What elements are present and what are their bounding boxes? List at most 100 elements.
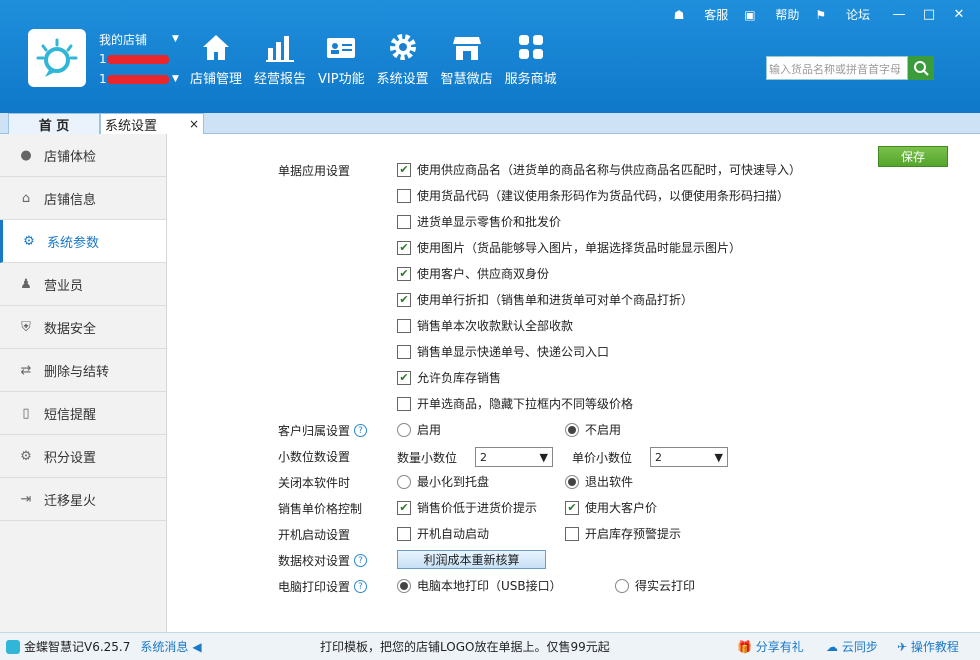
sidebar-label: 店铺信息	[44, 192, 97, 208]
sidebar-item-checkup[interactable]: ● 店铺体检	[0, 134, 166, 177]
help-link[interactable]: ▣ 帮助	[744, 6, 799, 23]
nav-label: 店铺管理	[190, 72, 243, 87]
customer-label-text: 客户归属设置	[278, 424, 351, 438]
close-icon[interactable]: ✕	[944, 3, 974, 25]
check-label-text: 数据校对设置	[278, 554, 351, 568]
nav-label: 智慧微店	[440, 72, 493, 87]
sidebar-item-shop-info[interactable]: ⌂ 店铺信息	[0, 177, 166, 220]
nav-settings[interactable]: 系统设置	[377, 30, 429, 87]
search-button[interactable]	[908, 56, 934, 80]
close-icon[interactable]: ×	[189, 117, 199, 131]
checkbox-label: 使用大客户价	[585, 501, 658, 515]
app-logo	[28, 29, 86, 87]
promo-notice[interactable]: 打印模板，把您的店铺LOGO放在单据上。仅售99元起	[320, 638, 610, 655]
sidebar-item-points[interactable]: ⚙ 积分设置	[0, 435, 166, 478]
tab-label: 系统设置	[105, 118, 158, 134]
checkbox	[397, 396, 411, 411]
checkbox-label: 销售单显示快递单号、快递公司入口	[417, 345, 610, 359]
service-link[interactable]: ☗ 客服	[674, 6, 729, 23]
recalc-button[interactable]: 利润成本重新核算	[397, 550, 546, 569]
forum-link[interactable]: ⚑ 论坛	[815, 6, 870, 23]
gift-icon: 🎁	[737, 640, 752, 654]
checkbox-label: 进货单显示零售价和批发价	[417, 215, 562, 229]
auto-start-checkbox[interactable]: 开机自动启动	[397, 525, 489, 542]
doc-option-checkbox[interactable]: ✔ 使用客户、供应商双身份	[397, 265, 549, 282]
nav-report[interactable]: 经营报告	[254, 30, 306, 87]
radio-label: 退出软件	[585, 475, 634, 489]
doc-option-checkbox[interactable]: ✔ 使用图片（货品能够导入图片，单据选择货品时能显示图片）	[397, 239, 741, 256]
tab-settings[interactable]: 系统设置 ×	[100, 113, 204, 134]
doc-option-checkbox[interactable]: 使用货品代码（建议使用条形码作为货品代码，以便使用条形码扫描）	[397, 187, 789, 204]
sidebar-item-sms[interactable]: ▯ 短信提醒	[0, 392, 166, 435]
print-label-text: 电脑打印设置	[278, 580, 351, 594]
search-input[interactable]: 输入货品名称或拼音首字母	[766, 56, 908, 80]
big-customer-checkbox[interactable]: ✔ 使用大客户价	[565, 499, 657, 516]
tab-home[interactable]: 首 页	[8, 113, 100, 134]
radio-label: 电脑本地打印（USB接口）	[417, 579, 562, 593]
nav-label: 经营报告	[254, 72, 307, 87]
bar-chart-icon	[266, 36, 295, 62]
nav-shop-manage[interactable]: 店铺管理	[190, 30, 242, 87]
chevron-down-icon: ▼	[714, 450, 724, 464]
customer-disable-radio[interactable]: 不启用	[565, 421, 621, 438]
chevron-down-icon[interactable]: ▼	[172, 34, 179, 44]
nav-vip[interactable]: VIP功能	[318, 30, 365, 87]
print-local-radio[interactable]: 电脑本地打印（USB接口）	[397, 577, 562, 594]
price-low-checkbox[interactable]: ✔ 销售价低于进货价提示	[397, 499, 537, 516]
chevron-down-icon: ▼	[539, 450, 549, 464]
redacted-mark	[106, 74, 169, 84]
sidebar-item-security[interactable]: ⛨ 数据安全	[0, 306, 166, 349]
price-decimal-select[interactable]: 2 ▼	[650, 447, 729, 467]
help-icon[interactable]: ?	[354, 424, 368, 437]
doc-settings-title: 单据应用设置	[278, 164, 351, 178]
save-button[interactable]: 保存	[878, 146, 948, 167]
shop-switcher[interactable]: 我的店铺 ▼ 1 1 ▼	[99, 29, 179, 89]
doc-option-checkbox[interactable]: 销售单本次收款默认全部收款	[397, 317, 573, 334]
qty-decimal-select[interactable]: 2 ▼	[475, 447, 554, 467]
doc-option-checkbox[interactable]: 销售单显示快递单号、快递公司入口	[397, 343, 609, 360]
sidebar: ● 店铺体检 ⌂ 店铺信息 ⚙ 系统参数 ♟ 营业员 ⛨ 数据安全 ⇄ 删除与结转 ▯ 短信提…	[0, 134, 167, 632]
checkbox	[565, 526, 579, 541]
checkbox	[397, 318, 411, 333]
close-tray-radio[interactable]: 最小化到托盘	[397, 473, 489, 490]
stock-alert-checkbox[interactable]: 开启库存预警提示	[565, 525, 681, 542]
sync-link[interactable]: ☁ 云同步	[826, 638, 878, 655]
sidebar-item-migrate[interactable]: ⇥ 迁移星火	[0, 478, 166, 521]
help-icon[interactable]: ?	[354, 554, 368, 567]
customer-enable-radio[interactable]: 启用	[397, 421, 441, 438]
share-link[interactable]: 🎁 分享有礼	[737, 638, 804, 655]
doc-option-checkbox[interactable]: 开单选商品，隐藏下拉框内不同等级价格	[397, 395, 633, 412]
checkbox: ✔	[397, 240, 411, 255]
sidebar-item-delete[interactable]: ⇄ 删除与结转	[0, 349, 166, 392]
checkbox: ✔	[397, 292, 411, 307]
close-exit-radio[interactable]: 退出软件	[565, 473, 633, 490]
doc-option-checkbox[interactable]: ✔ 使用单行折扣（销售单和进货单可对单个商品打折）	[397, 291, 693, 308]
sidebar-item-params[interactable]: ⚙ 系统参数	[0, 220, 166, 263]
top-links: ☗ 客服 ▣ 帮助 ⚑ 论坛	[658, 6, 870, 23]
chevron-down-icon[interactable]: ▼	[172, 74, 179, 84]
doc-option-checkbox[interactable]: ✔ 使用供应商品名（进货单的商品名称与供应商品名匹配时，可快速导入）	[397, 161, 801, 178]
sidebar-label: 店铺体检	[44, 149, 97, 165]
system-message-link[interactable]: 系统消息	[140, 638, 188, 655]
doc-option-checkbox[interactable]: 进货单显示零售价和批发价	[397, 213, 561, 230]
radio-label: 启用	[417, 423, 442, 437]
nav-micro-shop[interactable]: 智慧微店	[441, 30, 493, 87]
checkbox-label: 开启库存预警提示	[585, 527, 682, 541]
guide-link[interactable]: ✈ 操作教程	[897, 638, 959, 655]
print-label: 电脑打印设置?	[278, 578, 368, 595]
nav-service-mall[interactable]: 服务商城	[505, 30, 557, 87]
doc-option-checkbox[interactable]: ✔ 允许负库存销售	[397, 369, 501, 386]
maximize-icon[interactable]: □	[914, 3, 944, 25]
sidebar-item-staff[interactable]: ♟ 营业员	[0, 263, 166, 306]
checkbox-label: 使用图片（货品能够导入图片，单据选择货品时能显示图片）	[417, 241, 742, 255]
phone-2: 1	[99, 72, 107, 86]
radio-label: 得实云打印	[635, 579, 696, 593]
radio	[565, 474, 579, 489]
help-icon[interactable]: ?	[354, 580, 368, 593]
checkbox-label: 使用单行折扣（销售单和进货单可对单个商品打折）	[417, 293, 694, 307]
minimize-icon[interactable]: —	[884, 3, 914, 25]
checkbox: ✔	[397, 162, 411, 177]
print-cloud-radio[interactable]: 得实云打印	[615, 577, 695, 594]
redacted-mark	[106, 54, 169, 64]
speaker-icon: ◀	[192, 639, 202, 654]
